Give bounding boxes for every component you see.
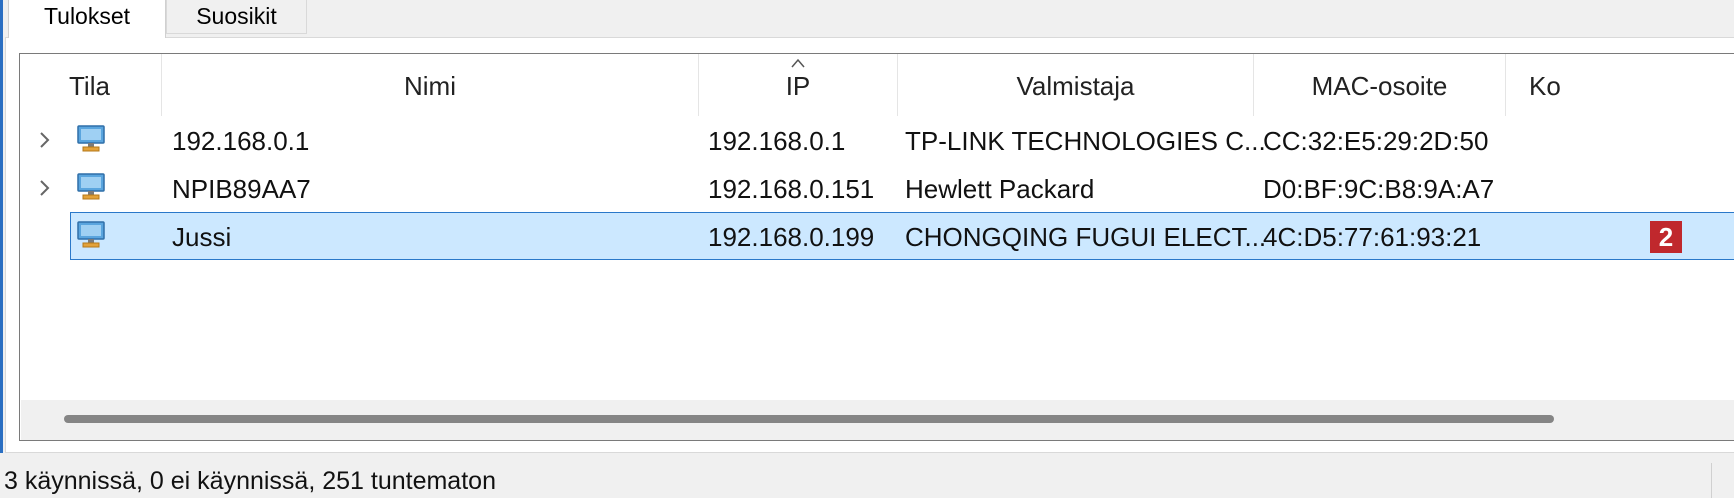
- tab-suosikit[interactable]: Suosikit: [166, 0, 307, 34]
- column-header-label: Ko: [1529, 71, 1561, 101]
- column-header-label: Nimi: [404, 71, 456, 101]
- column-header-tila[interactable]: Tila: [20, 54, 162, 116]
- cell-name: NPIB89AA7: [172, 174, 311, 204]
- cell-vendor: TP-LINK TECHNOLOGIES C...: [905, 126, 1266, 156]
- table-row[interactable]: 192.168.0.1 192.168.0.1 TP-LINK TECHNOLO…: [20, 116, 1734, 164]
- cell-ip: 192.168.0.1: [708, 126, 846, 156]
- status-bar: 3 käynnissä, 0 ei käynnissä, 251 tuntema…: [0, 453, 1734, 498]
- tab-tulokset[interactable]: Tulokset: [8, 0, 166, 38]
- window-left-edge: [0, 0, 3, 498]
- cell-mac: 4C:D5:77:61:93:21: [1263, 222, 1482, 252]
- computer-icon: [76, 220, 106, 250]
- selection-highlight: [70, 212, 1734, 260]
- cell-name: Jussi: [172, 222, 232, 252]
- column-header-ko[interactable]: Ko: [1506, 54, 1734, 116]
- column-header-ip[interactable]: IP: [699, 54, 898, 116]
- scrollbar-thumb[interactable]: [64, 415, 1554, 423]
- cell-vendor: Hewlett Packard: [905, 174, 1095, 204]
- annotation-badge: 2: [1650, 221, 1682, 253]
- cell-mac: D0:BF:9C:B8:9A:A7: [1263, 174, 1495, 204]
- cell-ip: 192.168.0.151: [708, 174, 875, 204]
- column-header-nimi[interactable]: Nimi: [162, 54, 699, 116]
- horizontal-scrollbar[interactable]: [21, 400, 1734, 440]
- column-header-mac[interactable]: MAC-osoite: [1254, 54, 1506, 116]
- table-row[interactable]: NPIB89AA7 192.168.0.151 Hewlett Packard …: [20, 164, 1734, 212]
- column-header-label: Tila: [69, 71, 110, 101]
- computer-icon: [76, 172, 106, 202]
- computer-icon: [76, 124, 106, 154]
- chevron-right-icon[interactable]: [34, 128, 56, 152]
- column-header-label: MAC-osoite: [1311, 71, 1448, 101]
- results-list[interactable]: Tila Nimi IP Valmistaja MAC-osoite Ko 19…: [19, 53, 1734, 441]
- sort-ascending-icon: [791, 58, 805, 68]
- chevron-right-icon[interactable]: [34, 176, 56, 200]
- cell-ip: 192.168.0.199: [708, 222, 875, 252]
- column-header-valmistaja[interactable]: Valmistaja: [898, 54, 1254, 116]
- status-text: 3 käynnissä, 0 ei käynnissä, 251 tuntema…: [4, 467, 496, 495]
- column-header-label: Valmistaja: [1016, 71, 1135, 101]
- cell-name: 192.168.0.1: [172, 126, 310, 156]
- cell-vendor: CHONGQING FUGUI ELECT...: [905, 222, 1267, 252]
- status-separator: [1711, 463, 1712, 498]
- column-header-label: IP: [785, 71, 811, 101]
- cell-mac: CC:32:E5:29:2D:50: [1263, 126, 1489, 156]
- table-row-selected[interactable]: Jussi 192.168.0.199 CHONGQING FUGUI ELEC…: [20, 212, 1734, 260]
- column-header: Tila Nimi IP Valmistaja MAC-osoite Ko: [20, 54, 1734, 116]
